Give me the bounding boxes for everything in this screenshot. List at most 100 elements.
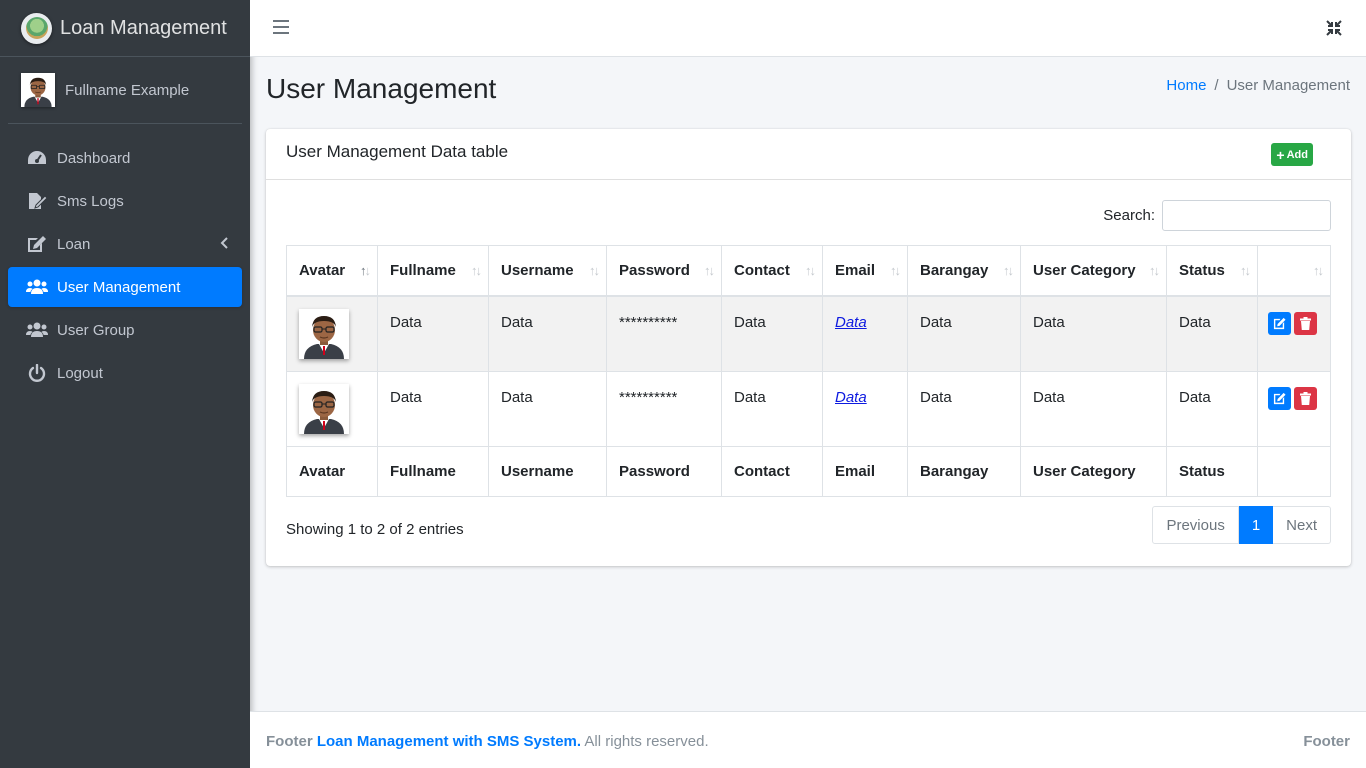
previous-button[interactable]: Previous xyxy=(1152,506,1239,544)
add-button-label: Add xyxy=(1286,148,1308,161)
content-wrapper: User Management Home / User Management Use… xyxy=(250,57,1366,711)
column-header-contact[interactable]: Contact ↑↓ xyxy=(721,245,823,297)
brand-link[interactable]: Loan Management xyxy=(0,0,250,57)
brand-logo xyxy=(21,12,52,44)
sort-icon: ↑↓ xyxy=(704,263,715,278)
cell-contact: Data xyxy=(721,295,823,372)
sidebar-item-logout[interactable]: Logout xyxy=(8,353,242,393)
sidebar-item-label: User Group xyxy=(57,321,135,339)
footer-column-status: Status xyxy=(1166,445,1258,497)
edit-button[interactable] xyxy=(1268,386,1291,410)
cell-email: Data xyxy=(822,295,908,372)
sort-icon: ↑↓ xyxy=(1003,263,1014,278)
users-icon xyxy=(26,277,48,297)
column-header-user-category[interactable]: User Category ↑↓ xyxy=(1020,245,1167,297)
user-table-card: User Management Data table + Add Search:… xyxy=(266,129,1351,566)
column-header-barangay[interactable]: Barangay ↑↓ xyxy=(907,245,1021,297)
avatar-cell xyxy=(286,295,378,372)
column-header-status[interactable]: Status ↑↓ xyxy=(1166,245,1258,297)
cell-username: Data xyxy=(488,295,607,372)
page-1-button[interactable]: 1 xyxy=(1238,506,1274,544)
card-header: User Management Data table + Add xyxy=(266,129,1351,180)
actions-cell xyxy=(1257,295,1331,372)
trash-icon xyxy=(1300,316,1311,330)
footer-column-avatar: Avatar xyxy=(286,445,378,497)
sort-icon: ↑↓ xyxy=(589,263,600,278)
column-header-password[interactable]: Password ↑↓ xyxy=(606,245,722,297)
user-panel[interactable]: Fullname Example xyxy=(8,57,242,124)
sort-icon: ↑↓ xyxy=(890,263,901,278)
edit-icon xyxy=(1273,392,1286,404)
footer-prefix: Footer xyxy=(266,733,313,750)
sort-icon: ↑↓ xyxy=(1313,263,1324,278)
sidebar-item-label: Sms Logs xyxy=(57,192,124,210)
card-title: User Management Data table xyxy=(286,142,509,161)
top-navbar xyxy=(250,0,1366,57)
tachometer-icon xyxy=(26,148,48,168)
breadcrumb-separator: / xyxy=(1214,77,1219,94)
footer-column-user-category: User Category xyxy=(1020,445,1167,497)
footer-right: Footer xyxy=(1303,733,1350,750)
email-link[interactable]: Data xyxy=(835,314,867,331)
plus-icon: + xyxy=(1276,146,1285,163)
cell-password: ********** xyxy=(606,295,722,372)
column-header-fullname[interactable]: Fullname ↑↓ xyxy=(377,245,489,297)
footer-copyright: Footer Loan Management with SMS System. … xyxy=(266,733,709,750)
search-input[interactable] xyxy=(1162,200,1331,231)
cell-contact: Data xyxy=(721,370,823,447)
table-footer-row: Avatar Fullname Username Password Contac… xyxy=(286,445,1331,497)
trash-icon xyxy=(1300,391,1311,405)
sidebar-item-sms-logs[interactable]: Sms Logs xyxy=(8,181,242,221)
sidebar-item-user-management[interactable]: User Management xyxy=(8,267,242,307)
cell-username: Data xyxy=(488,370,607,447)
cell-user-category: Data xyxy=(1020,295,1167,372)
cell-fullname: Data xyxy=(377,295,489,372)
edit-icon xyxy=(26,234,48,254)
sort-icon: ↑↓ xyxy=(471,263,482,278)
delete-button[interactable] xyxy=(1294,311,1317,335)
sidebar: Loan Management Fullname Example Dashboa… xyxy=(0,0,250,768)
footer-column-contact: Contact xyxy=(721,445,823,497)
menu-toggle-icon[interactable] xyxy=(273,20,289,36)
sort-icon: ↑↓ xyxy=(805,263,816,278)
column-header-avatar[interactable]: Avatar ↑↓ xyxy=(286,245,378,297)
edit-button[interactable] xyxy=(1268,311,1291,335)
cell-status: Data xyxy=(1166,295,1258,372)
main-footer: Footer Loan Management with SMS System. … xyxy=(250,711,1366,768)
footer-column-username: Username xyxy=(488,445,607,497)
sidebar-item-label: Logout xyxy=(57,364,103,382)
user-fullname: Fullname Example xyxy=(65,81,190,99)
email-link[interactable]: Data xyxy=(835,389,867,406)
cell-status: Data xyxy=(1166,370,1258,447)
column-header-email[interactable]: Email ↑↓ xyxy=(822,245,908,297)
edit-icon xyxy=(1273,317,1286,329)
footer-link[interactable]: Loan Management with SMS System. xyxy=(317,733,581,750)
table-row: Data Data ********** Data Data Data Data… xyxy=(286,370,1331,447)
search-label: Search: xyxy=(1103,207,1155,224)
sidebar-item-loan[interactable]: Loan xyxy=(8,224,242,264)
cell-barangay: Data xyxy=(907,295,1021,372)
cell-barangay: Data xyxy=(907,370,1021,447)
user-avatar-image xyxy=(299,308,349,359)
compress-icon[interactable] xyxy=(1325,19,1343,37)
table-info: Showing 1 to 2 of 2 entries xyxy=(286,521,464,538)
file-signature-icon xyxy=(26,191,48,211)
sort-icon: ↑↓ xyxy=(1240,263,1251,278)
add-button[interactable]: + Add xyxy=(1271,143,1313,166)
sidebar-item-dashboard[interactable]: Dashboard xyxy=(8,138,242,178)
avatar-cell xyxy=(286,370,378,447)
delete-button[interactable] xyxy=(1294,386,1317,410)
table-row: Data Data ********** Data Data Data Data… xyxy=(286,295,1331,372)
power-icon xyxy=(26,363,48,383)
sort-asc-icon: ↑↓ xyxy=(360,263,371,278)
next-button[interactable]: Next xyxy=(1273,506,1331,544)
breadcrumb-home-link[interactable]: Home xyxy=(1166,77,1206,94)
footer-column-email: Email xyxy=(822,445,908,497)
sidebar-item-user-group[interactable]: User Group xyxy=(8,310,242,350)
column-header-username[interactable]: Username ↑↓ xyxy=(488,245,607,297)
column-header-actions[interactable]: ↑↓ xyxy=(1257,245,1331,297)
sort-icon: ↑↓ xyxy=(1149,263,1160,278)
footer-column-actions xyxy=(1257,445,1331,497)
user-avatar-image xyxy=(299,383,349,434)
breadcrumb: Home / User Management xyxy=(1166,77,1350,94)
